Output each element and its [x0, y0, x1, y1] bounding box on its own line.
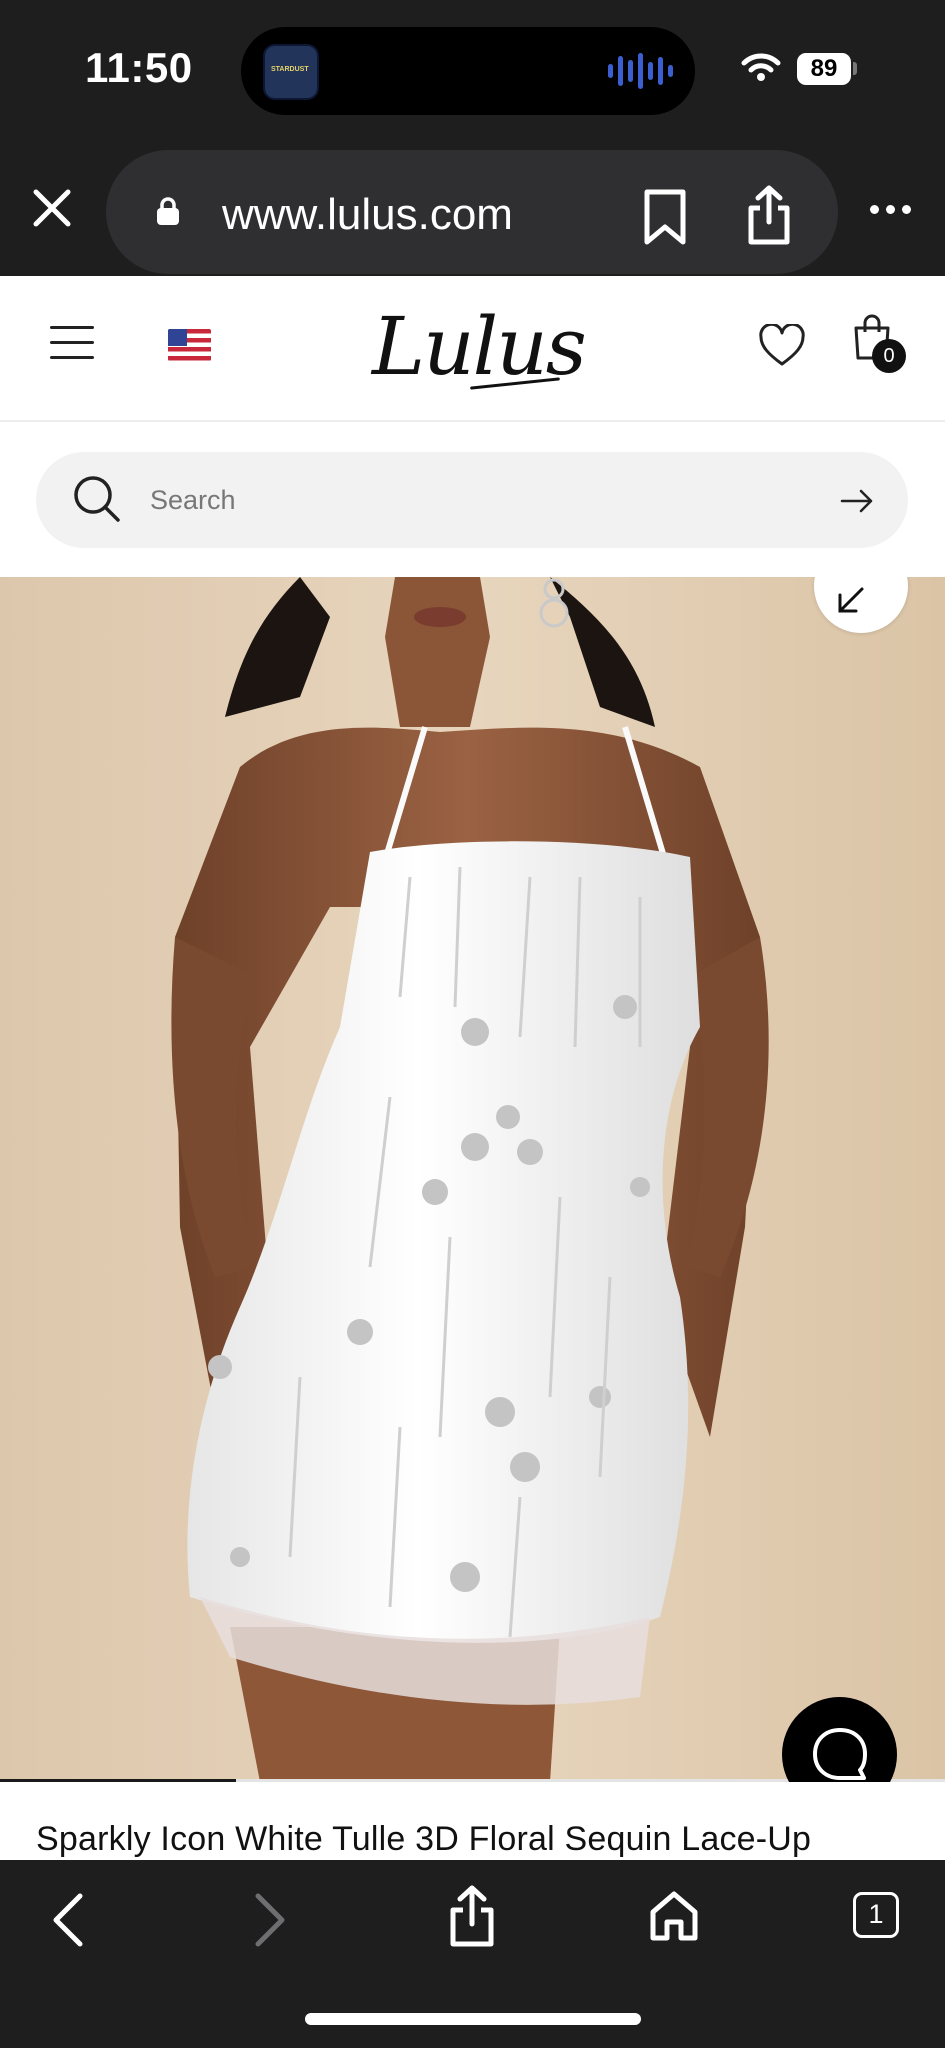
expand-arrow-icon: [838, 587, 864, 613]
search-input[interactable]: [150, 478, 750, 522]
product-photo: [171, 577, 769, 1782]
product-title: Sparkly Icon White Tulle 3D Floral Sequi…: [36, 1820, 812, 1858]
bookmark-icon[interactable]: [642, 188, 688, 246]
product-image[interactable]: [0, 577, 945, 1782]
cart-count-badge: 0: [872, 339, 906, 373]
now-playing-app-icon: STARDUST: [263, 44, 319, 100]
search-submit-arrow-icon[interactable]: [840, 488, 874, 514]
lock-icon: [157, 197, 179, 225]
wishlist-heart-icon[interactable]: [758, 324, 806, 368]
back-chevron-icon[interactable]: [50, 1892, 86, 1948]
browser-address-row: www.lulus.com: [0, 138, 945, 276]
menu-icon[interactable]: [50, 326, 94, 371]
status-bar: 11:50 STARDUST 89: [0, 0, 945, 138]
home-icon[interactable]: [649, 1890, 699, 1942]
search-icon[interactable]: [72, 474, 122, 524]
address-bar[interactable]: www.lulus.com: [106, 150, 838, 274]
audio-waveform-icon: [608, 51, 673, 91]
product-title-strip: Sparkly Icon White Tulle 3D Floral Sequi…: [0, 1782, 945, 1860]
share-icon[interactable]: [746, 184, 792, 246]
search-box[interactable]: [36, 452, 908, 548]
browser-bottom-toolbar: 1: [0, 1860, 945, 2048]
forward-chevron-icon[interactable]: [252, 1892, 288, 1948]
battery-tip: [853, 62, 857, 75]
share-page-icon[interactable]: [447, 1884, 497, 1948]
close-icon[interactable]: [30, 186, 74, 230]
tabs-button[interactable]: 1: [853, 1892, 899, 1938]
home-indicator[interactable]: [305, 2013, 641, 2025]
dynamic-island[interactable]: STARDUST: [241, 27, 695, 115]
more-options-icon[interactable]: [870, 205, 911, 214]
search-section: [0, 422, 945, 577]
status-time: 11:50: [85, 44, 193, 91]
wifi-icon: [741, 53, 781, 81]
chat-bubble-icon: [813, 1728, 867, 1780]
us-flag-icon[interactable]: [168, 329, 211, 361]
battery-level: 89: [797, 53, 851, 85]
url-text[interactable]: www.lulus.com: [222, 190, 513, 240]
island-app-label: STARDUST: [271, 66, 309, 73]
site-header: Lulus 0: [0, 276, 945, 422]
